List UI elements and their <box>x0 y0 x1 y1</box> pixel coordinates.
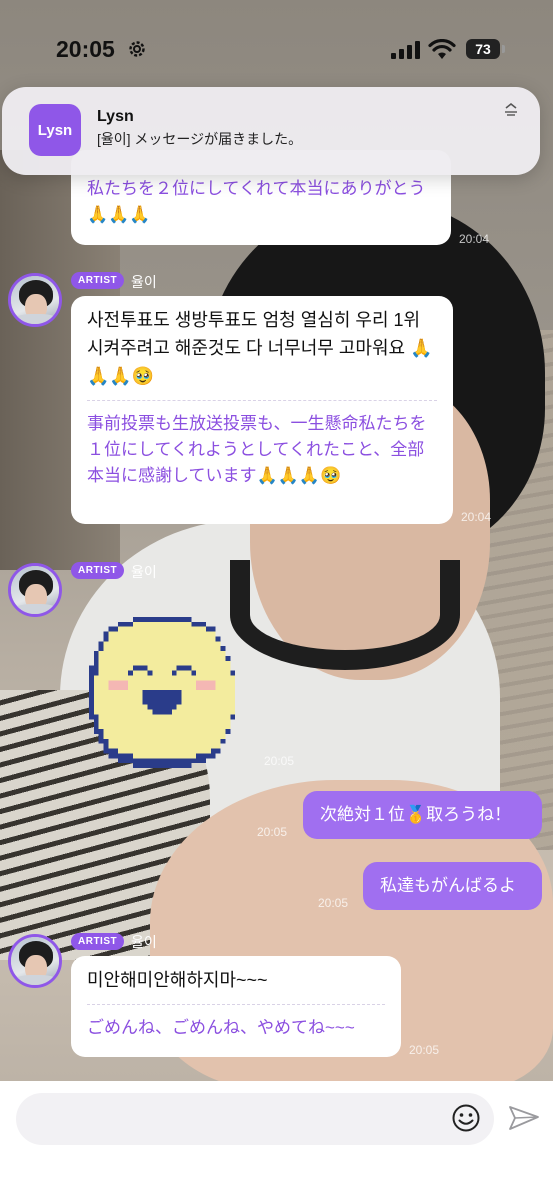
my-message-bubble[interactable]: 次絶対１位🥇取ろうね！ <box>303 791 542 839</box>
message-translation: 事前投票も生放送投票も、一生懸命私たちを１位にしてくれようとしてくれたこと、全部… <box>87 414 427 485</box>
pixel-smiley-sticker[interactable] <box>84 612 240 768</box>
sender-name: 율이 <box>131 934 157 950</box>
message-input[interactable] <box>16 1093 494 1145</box>
my-message-text: 次絶対１位🥇取ろうね！ <box>320 805 512 824</box>
message-translation: ごめんね、ごめんね、やめてね~~~ <box>87 1018 355 1037</box>
translation-divider <box>87 1004 385 1005</box>
artist-badge: ARTIST <box>71 562 125 579</box>
message-original-text: 사전투표도 생방투표도 엄청 열심히 우리 1위 시켜주려고 해준것도 다 너무… <box>87 310 433 386</box>
message-time: 20:05 <box>264 754 295 768</box>
my-message-text: 私達もがんばるよ <box>380 876 516 895</box>
message-bubble[interactable]: 사전투표도 생방투표도 엄청 열심히 우리 1위 시켜주려고 해준것도 다 너무… <box>71 296 453 524</box>
status-bar: 20:05 73 <box>0 0 553 100</box>
artist-avatar[interactable] <box>8 934 62 988</box>
battery-indicator: 73 <box>466 39 506 61</box>
smiley-icon[interactable] <box>451 1103 481 1133</box>
message-time: 20:04 <box>459 232 490 246</box>
collapse-icon[interactable] <box>502 101 520 119</box>
artist-badge: ARTIST <box>71 272 125 289</box>
message-translation: 私たちを２位にしてくれて本当にありがとう🙏🙏🙏 <box>87 179 426 224</box>
push-notification-banner[interactable]: Lysn Lysn [율이] メッセージが届きました。 <box>2 87 540 175</box>
notification-title: Lysn <box>97 108 134 125</box>
notification-message: [율이] メッセージが届きました。 <box>97 131 303 147</box>
message-time: 20:05 <box>257 825 288 839</box>
battery-level: 73 <box>466 39 500 59</box>
status-time: 20:05 <box>56 36 115 62</box>
artist-avatar[interactable] <box>8 563 62 617</box>
message-bubble[interactable]: 미안해미안해하지마~~~ ごめんね、ごめんね、やめてね~~~ <box>71 956 401 1057</box>
sender-name: 율이 <box>131 564 157 580</box>
message-time: 20:05 <box>409 1043 440 1057</box>
cellular-signal-icon <box>391 41 420 59</box>
message-time: 20:05 <box>318 896 349 910</box>
my-message-bubble[interactable]: 私達もがんばるよ <box>363 862 542 910</box>
translation-divider <box>87 400 437 401</box>
send-icon[interactable] <box>508 1104 540 1132</box>
artist-avatar[interactable] <box>8 273 62 327</box>
message-original-text: 미안해미안해하지마~~~ <box>87 970 268 990</box>
message-time: 20:04 <box>461 510 492 524</box>
wifi-icon <box>428 39 456 59</box>
message-composer <box>0 1081 553 1200</box>
gear-icon <box>129 41 145 57</box>
sender-name: 율이 <box>131 274 157 290</box>
app-logo: Lysn <box>29 104 81 156</box>
artist-badge: ARTIST <box>71 933 125 950</box>
